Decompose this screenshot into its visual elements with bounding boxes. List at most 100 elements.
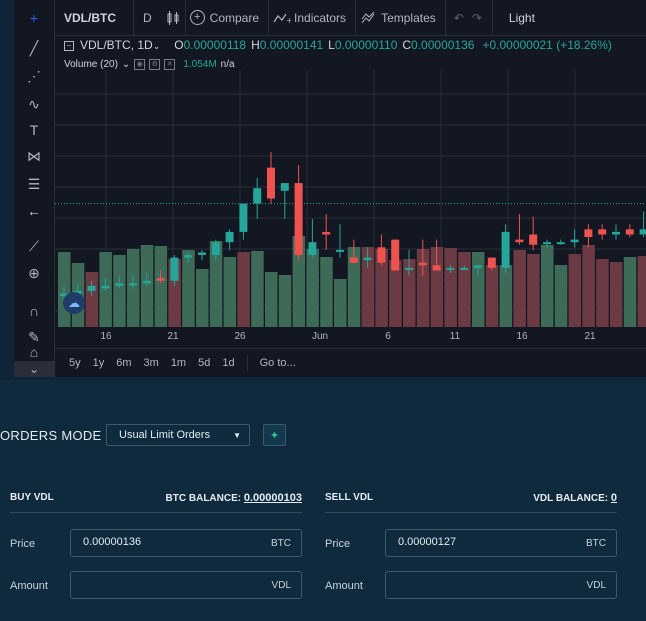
time-axis-tick: 26 (234, 331, 246, 342)
candle-body (405, 267, 413, 270)
indicators-button[interactable]: + Indicators (269, 0, 355, 35)
candle-body (625, 229, 634, 235)
zoom-in-icon[interactable]: ⊕ (14, 261, 54, 285)
candle-body (225, 231, 234, 243)
drawing-toolbar: + ╱ ⋰ ∿ T ⋈ ☰ ← ⟋ ⊕ ∩ ✎ ⌂ (14, 0, 55, 377)
candle-body (198, 252, 206, 256)
candle-body (211, 242, 220, 256)
interval-button[interactable]: D (134, 0, 161, 35)
redo-icon[interactable]: ↷ (468, 0, 492, 35)
pitchfork-icon[interactable]: ⋰ (14, 64, 54, 88)
range-1m[interactable]: 1m (171, 357, 186, 369)
vdl-balance-value[interactable]: 0 (611, 492, 617, 504)
sell-amount-unit: VDL (586, 580, 606, 591)
volume-bar (140, 245, 154, 327)
undo-icon[interactable]: ↶ (446, 0, 468, 35)
volume-bar (265, 272, 278, 327)
trend-line-icon[interactable]: ╱ (14, 36, 54, 60)
candle-body (418, 262, 427, 266)
candle-body (377, 247, 386, 263)
candle-body (556, 242, 565, 245)
toolbar-scroll-down-button[interactable]: ⌄ (14, 361, 54, 377)
templates-button[interactable]: Templates (356, 0, 445, 35)
indicators-label: Indicators (294, 10, 347, 25)
compare-label: Compare (209, 10, 260, 25)
sell-price-input[interactable] (398, 536, 548, 548)
chevron-down-icon[interactable]: ⌄ (122, 59, 130, 70)
volume-bar (472, 252, 485, 327)
candles-icon[interactable] (161, 0, 185, 35)
orders-section: ORDERS MODE Usual Limit Orders ▼ ✦ BUY V… (0, 404, 646, 621)
cloud-icon[interactable]: ☁ (63, 292, 85, 314)
range-5y[interactable]: 5y (69, 357, 81, 369)
candle-body (584, 229, 593, 238)
volume-bar (113, 255, 126, 327)
orders-mode-select[interactable]: Usual Limit Orders ▼ (106, 424, 250, 446)
range-5d[interactable]: 5d (198, 357, 210, 369)
pattern-icon[interactable]: ⋈ (14, 144, 54, 168)
volume-label[interactable]: Volume (20) (64, 59, 118, 70)
buy-amount-unit: VDL (271, 580, 291, 591)
chart-header-toolbar: VDL/BTC D + Compare + Indicators Templat… (55, 0, 646, 36)
lock-icon[interactable]: ⌂ (14, 344, 54, 360)
go-to-date-button[interactable]: Go to... (260, 357, 296, 369)
time-axis-tick: 11 (449, 331, 461, 342)
volume-bar (610, 262, 623, 327)
fib-retracement-icon[interactable]: ☰ (14, 172, 54, 196)
collapse-legend-icon[interactable]: – (64, 40, 74, 51)
buy-price-label: Price (10, 538, 36, 550)
range-1d[interactable]: 1d (222, 357, 234, 369)
templates-label: Templates (381, 10, 436, 25)
eye-icon[interactable]: ◉ (134, 59, 146, 70)
buy-amount-input[interactable] (83, 578, 233, 590)
candle-body (363, 257, 372, 261)
low-value: 0.00000110 (334, 38, 398, 52)
candle-body (598, 229, 607, 235)
time-axis-tick: Jun (311, 331, 329, 342)
candle-body (87, 285, 96, 292)
range-6m[interactable]: 6m (116, 357, 131, 369)
btc-balance-value[interactable]: 0.00000103 (244, 492, 302, 504)
buy-amount-field[interactable]: VDL (70, 571, 302, 599)
range-3m[interactable]: 3m (144, 357, 159, 369)
candle-body (267, 167, 275, 199)
volume-value: 1.054M (183, 59, 217, 70)
range-1y[interactable]: 1y (93, 357, 105, 369)
compare-button[interactable]: + Compare (186, 0, 268, 35)
candle-body (294, 183, 303, 256)
volume-bar (458, 252, 471, 327)
symbol-search-button[interactable]: VDL/BTC (55, 0, 133, 35)
candle-body (612, 231, 620, 235)
settings-icon[interactable]: ⚙ (149, 59, 161, 70)
candle-body (253, 188, 262, 204)
sell-price-label: Price (325, 538, 351, 550)
buy-price-field[interactable]: BTC (70, 529, 302, 557)
price-chart[interactable] (55, 70, 646, 327)
buy-amount-label: Amount (10, 580, 48, 592)
buy-price-input[interactable] (83, 536, 233, 548)
crosshair-icon[interactable]: + (14, 6, 54, 30)
text-icon[interactable]: T (14, 118, 54, 142)
low-label: L (328, 38, 335, 52)
close-icon[interactable]: ✕ (164, 59, 176, 70)
candle-body (543, 242, 551, 245)
sell-amount-field[interactable]: VDL (385, 571, 617, 599)
sell-price-field[interactable]: BTC (385, 529, 617, 557)
volume-bar (444, 248, 457, 327)
candle-body (280, 183, 289, 191)
brush-icon[interactable]: ∿ (14, 92, 54, 116)
volume-bar (251, 251, 264, 327)
close-value: 0.00000136 (411, 38, 475, 52)
theme-toggle-button[interactable]: Light (493, 0, 544, 35)
time-axis-tick: 21 (167, 331, 179, 342)
back-arrow-icon[interactable]: ← (14, 199, 54, 223)
chevron-down-icon[interactable]: ⌄ (153, 41, 161, 51)
ruler-icon[interactable]: ⟋ (14, 234, 54, 258)
sell-price-unit: BTC (586, 538, 606, 549)
legend-title[interactable]: VDL/BTC, 1D (80, 38, 153, 52)
buy-panel-header: BUY VDL BTC BALANCE: 0.00000103 (10, 492, 302, 513)
sell-amount-input[interactable] (398, 578, 548, 590)
time-axis[interactable]: 16 21 26 Jun 6 11 16 21 (55, 328, 646, 346)
magnet-icon[interactable]: ∩ (14, 299, 54, 323)
order-options-button[interactable]: ✦ (263, 424, 286, 446)
